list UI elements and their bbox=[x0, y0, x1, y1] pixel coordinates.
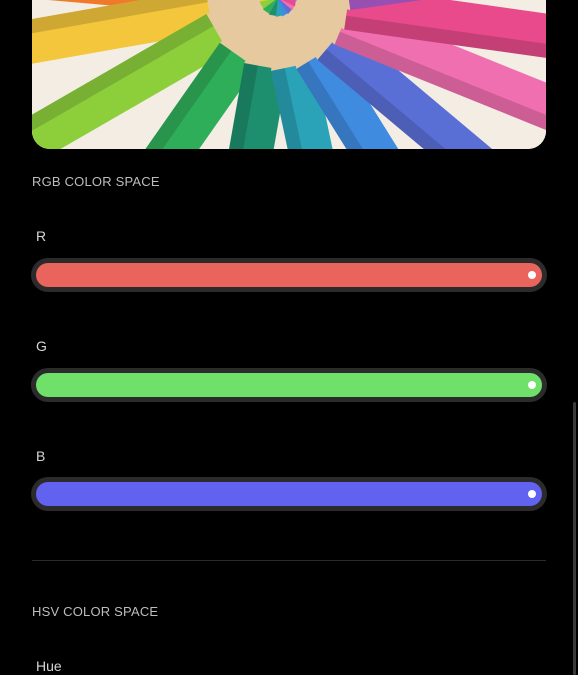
b-channel-label: B bbox=[36, 448, 46, 464]
hsv-section-title: HSV COLOR SPACE bbox=[32, 604, 159, 619]
r-channel-label: R bbox=[36, 228, 47, 244]
pencils-illustration bbox=[32, 0, 546, 149]
hue-channel-label: Hue bbox=[36, 658, 62, 674]
scrollbar[interactable] bbox=[573, 402, 576, 675]
g-slider[interactable] bbox=[31, 368, 547, 402]
r-slider[interactable] bbox=[31, 258, 547, 292]
b-slider-fill bbox=[36, 482, 542, 506]
r-slider-thumb[interactable] bbox=[528, 271, 536, 279]
section-divider bbox=[32, 560, 546, 561]
b-slider-thumb[interactable] bbox=[528, 490, 536, 498]
rgb-section-title: RGB COLOR SPACE bbox=[32, 174, 160, 189]
g-slider-fill bbox=[36, 373, 542, 397]
g-slider-thumb[interactable] bbox=[528, 381, 536, 389]
b-slider-track[interactable] bbox=[36, 482, 542, 506]
color-picker-page: RGB COLOR SPACE R G B HSV COLOR SPACE Hu… bbox=[0, 0, 578, 675]
r-slider-fill bbox=[36, 263, 542, 287]
g-channel-label: G bbox=[36, 338, 47, 354]
g-slider-track[interactable] bbox=[36, 373, 542, 397]
b-slider[interactable] bbox=[31, 477, 547, 511]
r-slider-track[interactable] bbox=[36, 263, 542, 287]
preview-image bbox=[32, 0, 546, 149]
